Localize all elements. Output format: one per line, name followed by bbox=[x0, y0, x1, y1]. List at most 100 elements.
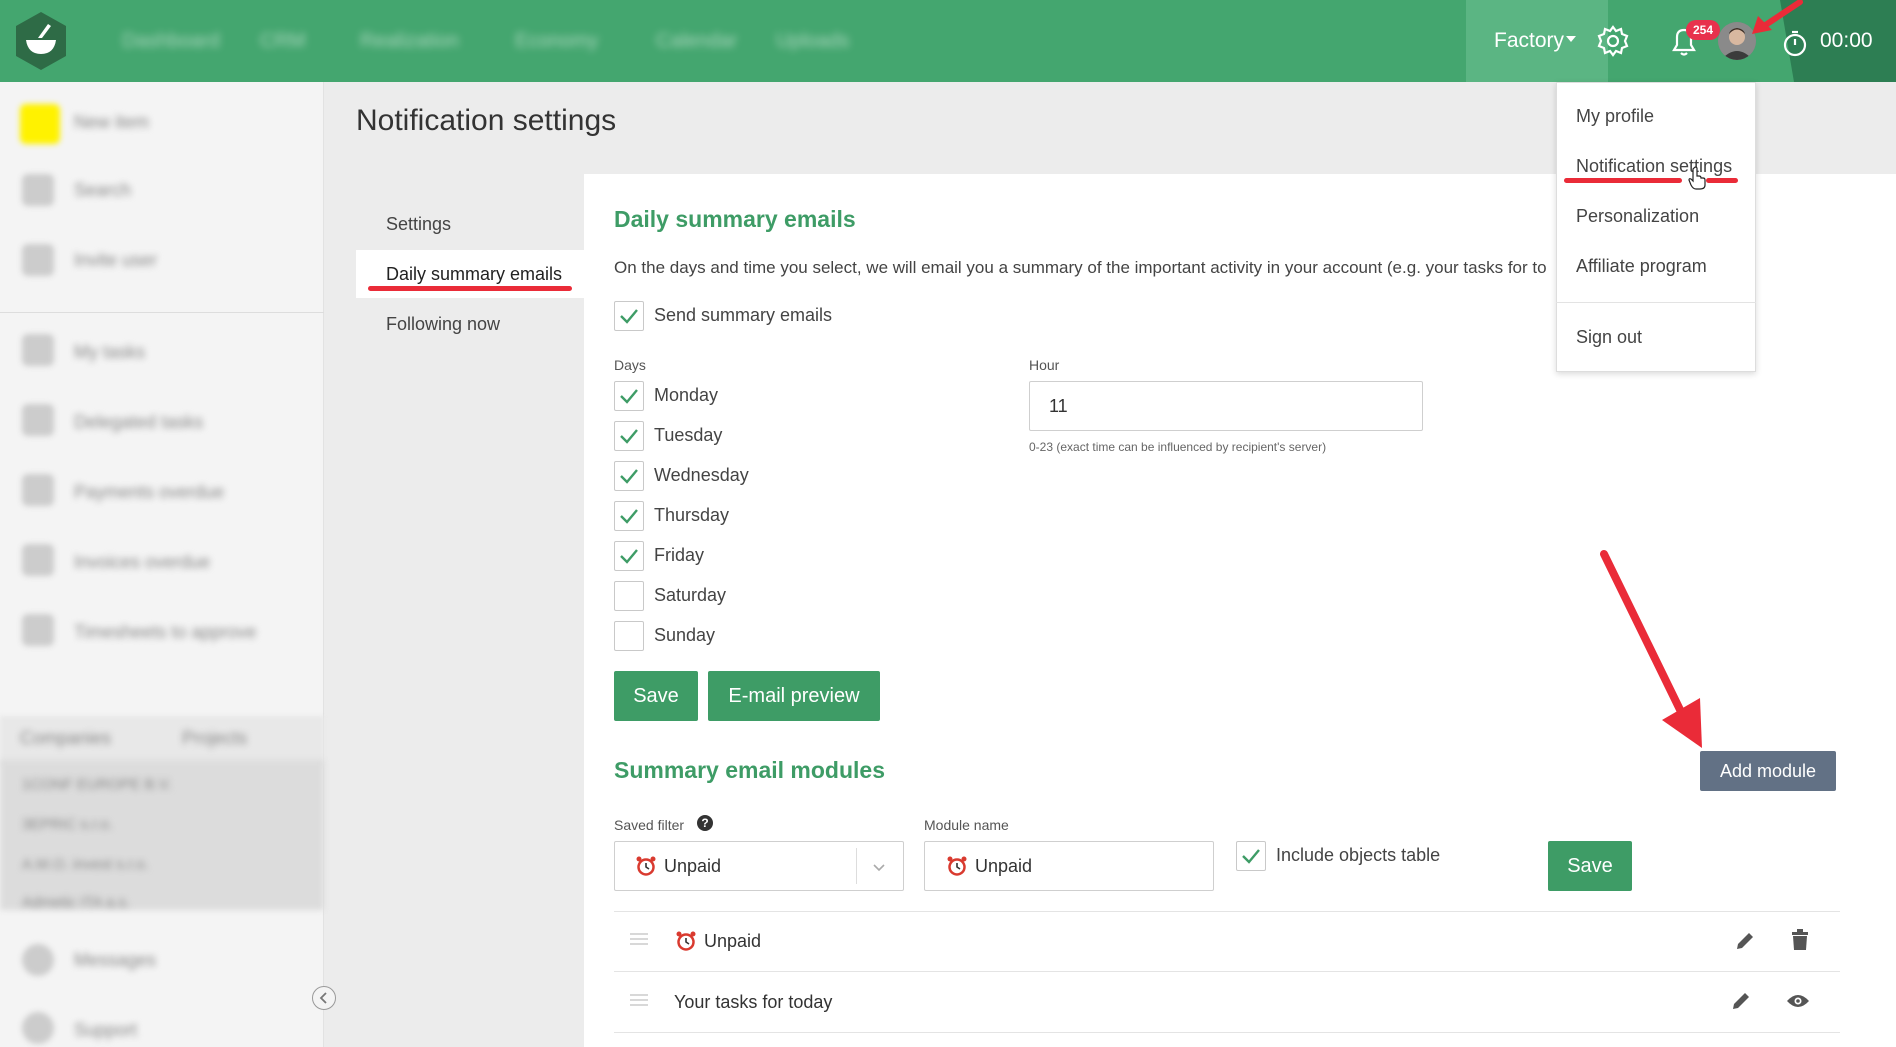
module-save-button[interactable]: Save bbox=[1548, 841, 1632, 891]
day-checkbox-friday[interactable] bbox=[614, 541, 644, 571]
save-button[interactable]: Save bbox=[614, 671, 698, 721]
subnav-daily-summary[interactable]: Daily summary emails bbox=[386, 264, 562, 285]
list-item[interactable]: 1CONF EUROPE B.V. bbox=[22, 776, 172, 793]
page-title: Notification settings bbox=[356, 104, 617, 137]
company-name[interactable]: Factory bbox=[1494, 0, 1564, 82]
module-row-label: Your tasks for today bbox=[674, 992, 833, 1012]
sidebar-item-search[interactable]: Search bbox=[74, 180, 131, 201]
list-item[interactable]: A.M.O. invest s.r.o. bbox=[22, 856, 149, 873]
tab-companies[interactable]: Companies bbox=[20, 728, 111, 749]
pencil-icon[interactable] bbox=[1734, 930, 1756, 952]
day-checkbox-wednesday[interactable] bbox=[614, 461, 644, 491]
timesheets-icon[interactable] bbox=[22, 614, 54, 646]
menu-item-sign-out[interactable]: Sign out bbox=[1576, 327, 1642, 348]
nav-calendar[interactable]: Calendar bbox=[656, 0, 737, 82]
day-checkbox-monday[interactable] bbox=[614, 381, 644, 411]
gear-icon[interactable] bbox=[1596, 24, 1630, 58]
invoices-icon[interactable] bbox=[22, 544, 54, 576]
module-name-value[interactable]: Unpaid bbox=[975, 856, 1032, 877]
row-divider bbox=[614, 911, 1840, 912]
timer-display[interactable]: 00:00 bbox=[1820, 0, 1873, 82]
trash-icon[interactable] bbox=[1790, 929, 1810, 951]
section-title-modules: Summary email modules bbox=[614, 757, 885, 783]
nav-uploads[interactable]: Uploads bbox=[776, 0, 849, 82]
delegated-tasks-icon[interactable] bbox=[22, 404, 54, 436]
drag-handle-icon[interactable] bbox=[630, 993, 648, 1007]
invite-user-icon[interactable] bbox=[22, 244, 54, 276]
alarm-clock-icon bbox=[635, 855, 657, 877]
sidebar-item-new[interactable]: New item bbox=[74, 112, 149, 133]
saved-filter-select[interactable] bbox=[614, 841, 904, 891]
messages-icon[interactable] bbox=[22, 944, 54, 976]
new-item-icon[interactable] bbox=[20, 104, 60, 144]
menu-item-affiliate[interactable]: Affiliate program bbox=[1576, 256, 1707, 277]
chevron-down-icon[interactable] bbox=[872, 860, 886, 872]
collapse-sidebar-button[interactable] bbox=[312, 986, 336, 1010]
sidebar-item-timesheets[interactable]: Timesheets to approve bbox=[74, 622, 256, 643]
notification-badge: 254 bbox=[1686, 20, 1720, 40]
row-divider bbox=[614, 971, 1840, 972]
nav-realization[interactable]: Realization bbox=[360, 0, 459, 82]
menu-item-personalization[interactable]: Personalization bbox=[1576, 206, 1699, 227]
menu-item-my-profile[interactable]: My profile bbox=[1576, 106, 1654, 127]
nav-crm[interactable]: CRM bbox=[260, 0, 306, 82]
day-label: Thursday bbox=[654, 505, 730, 525]
nav-economy[interactable]: Economy bbox=[515, 0, 598, 82]
hour-hint: 0-23 (exact time can be influenced by re… bbox=[1029, 440, 1327, 454]
annotation-underline bbox=[368, 286, 572, 291]
payments-icon[interactable] bbox=[22, 474, 54, 506]
module-name-label: Module name bbox=[924, 817, 1009, 833]
alarm-clock-icon bbox=[946, 855, 968, 877]
sidebar-item-support[interactable]: Support bbox=[74, 1020, 137, 1041]
email-preview-button[interactable]: E-mail preview bbox=[708, 671, 880, 721]
add-module-button[interactable]: Add module bbox=[1700, 751, 1836, 791]
my-tasks-icon[interactable] bbox=[22, 334, 54, 366]
day-checkbox-thursday[interactable] bbox=[614, 501, 644, 531]
day-checkbox-sunday[interactable] bbox=[614, 621, 644, 651]
support-icon[interactable] bbox=[22, 1012, 54, 1044]
days-label: Days bbox=[614, 357, 646, 373]
hour-input[interactable] bbox=[1029, 381, 1423, 431]
section-title-daily: Daily summary emails bbox=[614, 206, 856, 232]
sidebar-item-invoices[interactable]: Invoices overdue bbox=[74, 552, 210, 573]
day-label: Friday bbox=[654, 545, 705, 565]
nav-dashboard[interactable]: Dashboard bbox=[122, 0, 220, 82]
sidebar-item-my-tasks[interactable]: My tasks bbox=[74, 342, 145, 363]
help-icon[interactable]: ? bbox=[697, 815, 713, 831]
tab-projects[interactable]: Projects bbox=[182, 728, 247, 749]
pencil-icon[interactable] bbox=[1730, 990, 1752, 1012]
day-label: Tuesday bbox=[654, 425, 723, 445]
day-label: Saturday bbox=[654, 585, 727, 605]
alarm-clock-icon bbox=[675, 930, 697, 952]
annotation-arrow-icon bbox=[1744, 0, 1804, 40]
menu-item-notification-settings[interactable]: Notification settings bbox=[1576, 156, 1732, 177]
row-divider bbox=[614, 1032, 1840, 1033]
day-checkbox-tuesday[interactable] bbox=[614, 421, 644, 451]
day-label: Wednesday bbox=[654, 465, 749, 485]
module-row-label: Unpaid bbox=[704, 931, 762, 951]
menu-divider bbox=[1556, 302, 1756, 303]
eye-icon[interactable] bbox=[1786, 993, 1810, 1009]
list-item[interactable]: Admetic ITA a.s. bbox=[22, 894, 130, 911]
select-divider bbox=[856, 848, 857, 884]
hour-value[interactable]: 11 bbox=[1049, 396, 1068, 417]
hand-cursor-icon bbox=[1688, 166, 1706, 190]
day-label: Monday bbox=[654, 385, 719, 405]
subnav-following-now[interactable]: Following now bbox=[386, 314, 500, 335]
send-summary-checkbox[interactable] bbox=[614, 301, 644, 331]
include-objects-checkbox[interactable] bbox=[1236, 841, 1266, 871]
sidebar-item-messages[interactable]: Messages bbox=[74, 950, 156, 971]
sidebar-item-delegated[interactable]: Delegated tasks bbox=[74, 412, 203, 433]
day-checkbox-saturday[interactable] bbox=[614, 581, 644, 611]
sidebar-item-invite[interactable]: Invite user bbox=[74, 250, 157, 271]
subnav-settings[interactable]: Settings bbox=[386, 214, 451, 235]
list-item[interactable]: 3EPRIC s.r.o. bbox=[22, 816, 113, 833]
drag-handle-icon[interactable] bbox=[630, 932, 648, 946]
search-icon[interactable] bbox=[22, 174, 54, 206]
app-logo-icon[interactable] bbox=[10, 10, 72, 72]
saved-filter-value[interactable]: Unpaid bbox=[664, 856, 721, 877]
annotation-underline bbox=[1564, 178, 1682, 183]
include-objects-label: Include objects table bbox=[1276, 845, 1441, 865]
annotation-arrow-icon bbox=[1592, 546, 1712, 752]
sidebar-item-payments[interactable]: Payments overdue bbox=[74, 482, 224, 503]
